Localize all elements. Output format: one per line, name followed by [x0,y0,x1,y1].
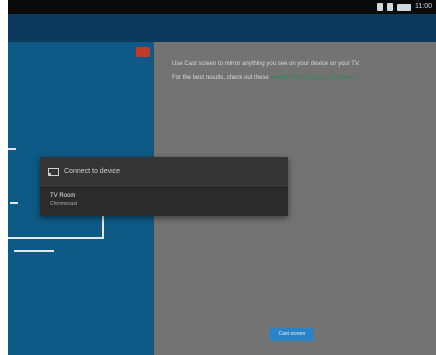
recommended-link[interactable]: recommended apps and devices [270,75,357,81]
promo-line-2-text: For the best results, check out these [172,75,269,81]
app-bar [8,14,436,42]
wifi-icon [387,3,393,11]
dialog-header: Connect to device [40,157,288,188]
device-list-item[interactable]: TV Room Chromecast [40,188,288,216]
status-time: 11:00 [415,3,432,10]
app-window: 11:00 Use Cast screen to mirror anything… [8,0,436,355]
status-icons: 11:00 [377,2,432,12]
cast-dialog: Connect to device TV Room Chromecast [40,157,288,216]
battery-icon [397,3,411,11]
cast-icon [48,168,59,176]
illustration-line [8,148,16,150]
dialog-title: Connect to device [64,168,121,175]
cast-screen-button[interactable]: Cast screen [270,328,314,341]
record-button[interactable] [136,47,150,57]
illustration-line [14,250,54,252]
device-status: Chromecast [50,201,77,207]
device-name: TV Room [50,193,76,199]
promo-line-2: For the best results, check out these re… [172,74,432,82]
status-bar: 11:00 [8,0,436,14]
promo-line-1: Use Cast screen to mirror anything you s… [172,61,361,67]
illustration-line [8,237,102,239]
illustration-line [102,214,104,239]
promo-text: Use Cast screen to mirror anything you s… [172,60,432,88]
bluetooth-icon [377,3,383,11]
illustration-line [10,202,18,204]
